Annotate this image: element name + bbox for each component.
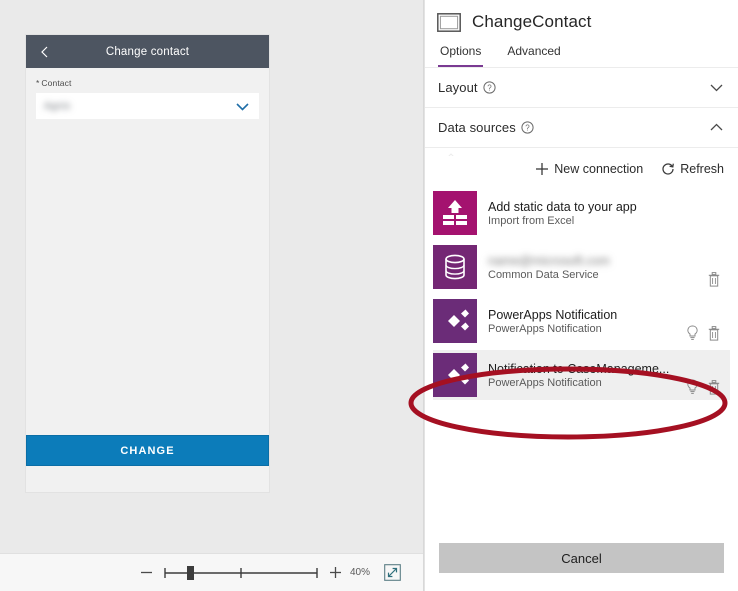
zoom-out-icon[interactable] [140, 566, 153, 579]
phone-screen-header: Change contact [26, 35, 269, 68]
chevron-down-icon[interactable] [234, 98, 251, 115]
svg-text:?: ? [487, 84, 492, 93]
list-item-text: name@microsoft.com Common Data Service [488, 254, 675, 281]
chevron-up-icon[interactable] [708, 119, 725, 136]
list-item-secondary: PowerApps Notification [488, 376, 602, 389]
svg-text:?: ? [525, 124, 530, 133]
trash-icon[interactable] [708, 271, 720, 287]
required-asterisk: * [36, 78, 40, 88]
list-item-secondary: PowerApps Notification [488, 322, 602, 335]
contact-dropdown-value: Agnis [44, 100, 71, 112]
tab-options[interactable]: Options [438, 40, 484, 67]
contact-label-text: Contact [41, 78, 72, 88]
zoom-level-label: 40% [350, 567, 371, 578]
help-circle-icon[interactable]: ? [483, 81, 496, 94]
phone-screen-title: Change contact [105, 45, 190, 58]
phone-preview[interactable]: Change contact * Contact Agnis CHANGE [25, 34, 270, 493]
refresh-label: Refresh [680, 162, 724, 176]
new-connection-label: New connection [554, 162, 644, 176]
help-circle-icon[interactable]: ? [521, 121, 534, 134]
tab-advanced[interactable]: Advanced [505, 40, 562, 67]
panel-header: ChangeContact [425, 0, 738, 40]
list-item-secondary: Import from Excel [488, 214, 575, 227]
list-item[interactable]: PowerApps Notification PowerApps Notific… [433, 296, 730, 346]
powerapps-notification-icon [433, 299, 477, 343]
panel-title: ChangeContact [472, 12, 592, 31]
panel-tabs: Options Advanced [425, 40, 738, 68]
icon-placeholder [686, 271, 699, 287]
section-layout-label: Layout [438, 80, 478, 95]
list-item-icons [686, 325, 724, 343]
screen-icon [437, 12, 461, 32]
data-sources-body: New connection Refresh Add static data t… [425, 148, 738, 543]
list-item-text: Notification to CaseManageme... PowerApp… [488, 362, 675, 389]
list-item[interactable]: name@microsoft.com Common Data Service [433, 242, 730, 292]
list-item-icons [720, 233, 724, 235]
zoom-in-icon[interactable] [329, 566, 342, 579]
fit-to-screen-icon[interactable] [384, 564, 401, 581]
back-chevron-icon[interactable] [38, 45, 52, 59]
list-item-primary: Add static data to your app [488, 199, 637, 214]
change-button[interactable]: CHANGE [26, 435, 269, 466]
list-item-primary: Notification to CaseManageme... [488, 361, 670, 376]
list-item[interactable]: Add static data to your app Import from … [433, 188, 730, 238]
new-connection-button[interactable]: New connection [535, 162, 643, 176]
data-sources-actions: New connection Refresh [425, 148, 738, 188]
properties-panel: ChangeContact Options Advanced Layout ? [424, 0, 738, 591]
section-data-sources-label: Data sources [438, 120, 516, 135]
list-item-text: Add static data to your app Import from … [488, 200, 709, 227]
list-item-primary: PowerApps Notification [488, 307, 618, 322]
zoom-toolbar: 40% [0, 553, 423, 591]
contact-field-label: * Contact [36, 78, 71, 88]
section-layout[interactable]: Layout ? [425, 68, 738, 108]
database-icon [433, 245, 477, 289]
lightbulb-icon[interactable] [686, 325, 699, 341]
app-canvas: Change contact * Contact Agnis CHANGE 40… [0, 0, 424, 591]
panel-footer: Cancel [425, 543, 738, 591]
list-item-secondary: Common Data Service [488, 268, 599, 281]
section-pointer-notch [443, 148, 459, 156]
list-item[interactable]: Notification to CaseManageme... PowerApp… [433, 350, 730, 400]
zoom-slider[interactable] [161, 565, 321, 581]
lightbulb-icon[interactable] [686, 379, 699, 395]
chevron-down-icon[interactable] [708, 79, 725, 96]
list-item-text: PowerApps Notification PowerApps Notific… [488, 308, 675, 335]
section-data-sources[interactable]: Data sources ? [425, 108, 738, 148]
cancel-button[interactable]: Cancel [439, 543, 724, 573]
trash-icon[interactable] [708, 379, 720, 395]
data-sources-list: Add static data to your app Import from … [425, 188, 738, 400]
refresh-button[interactable]: Refresh [661, 162, 724, 176]
excel-upload-icon [433, 191, 477, 235]
list-item-icons [686, 271, 724, 289]
plus-icon [535, 162, 549, 176]
contact-dropdown[interactable]: Agnis [36, 93, 259, 119]
list-item-icons [686, 379, 724, 397]
trash-icon[interactable] [708, 325, 720, 341]
phone-screen-body: * Contact Agnis CHANGE [26, 68, 269, 492]
powerapps-notification-icon [433, 353, 477, 397]
refresh-icon [661, 162, 675, 176]
list-item-primary: name@microsoft.com [488, 253, 610, 268]
